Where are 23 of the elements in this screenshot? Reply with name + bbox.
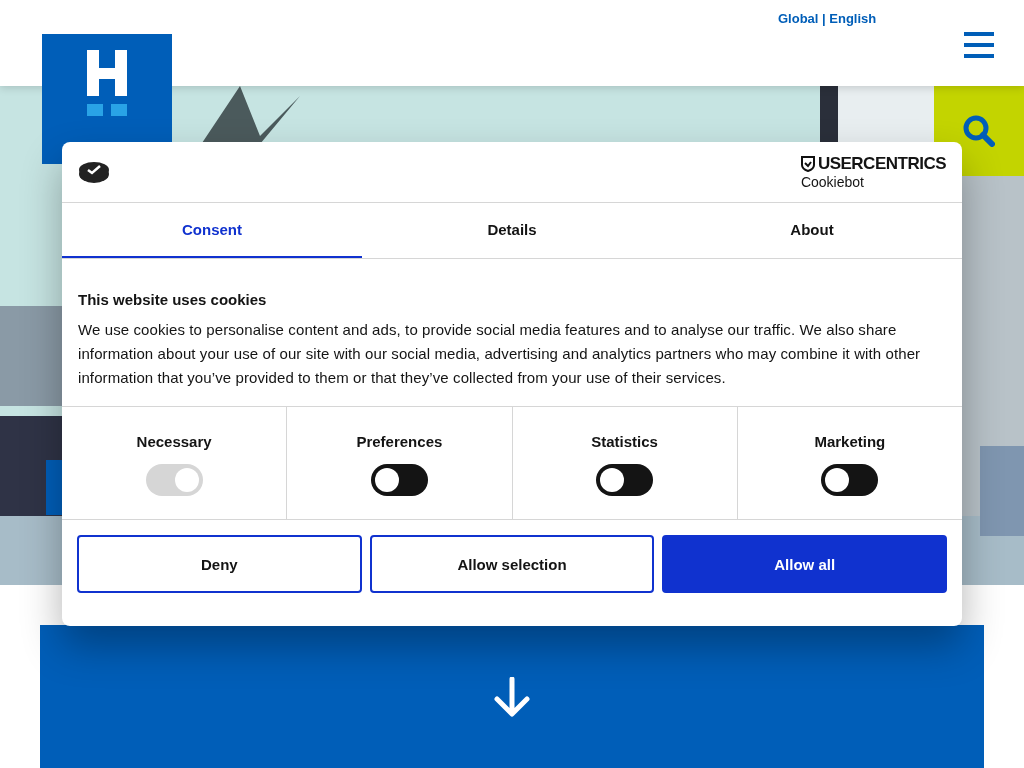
shield-icon: [800, 156, 815, 172]
consent-button[interactable]: Deny: [77, 535, 362, 593]
brand-subtitle: Cookiebot: [800, 174, 865, 190]
category-label: Necessary: [136, 433, 212, 450]
down-arrow-icon[interactable]: [494, 676, 530, 717]
tab[interactable]: Consent: [62, 203, 362, 258]
toggle-switch[interactable]: [596, 464, 654, 496]
search-icon: [963, 115, 995, 147]
language-link[interactable]: Global | English: [778, 11, 877, 26]
cookie-check-icon: [78, 160, 110, 184]
consent-button[interactable]: Allow selection: [369, 535, 655, 593]
toggle-switch[interactable]: [370, 464, 428, 496]
category-label: Preferences: [356, 433, 443, 450]
category-label: Statistics: [591, 433, 658, 450]
category-label: Marketing: [814, 433, 886, 450]
dialog-heading: This website uses cookies: [78, 291, 268, 308]
tab[interactable]: Details: [362, 203, 662, 258]
menu-icon[interactable]: [964, 32, 994, 58]
allow-all-button[interactable]: Allow all: [662, 535, 947, 593]
brand-name: USERCENTRICS: [817, 154, 946, 174]
toggle-switch[interactable]: [821, 464, 879, 496]
dialog-text: We use cookies to personalise content and ads, to provide social media features and to analyse our traffic. We also share information about your use of our site with our social media, advertising and analytics partners who may combine it with other information that you’ve provided to them or that they’ve collected from your use of their services.: [78, 320, 922, 388]
tab[interactable]: About: [662, 203, 962, 258]
